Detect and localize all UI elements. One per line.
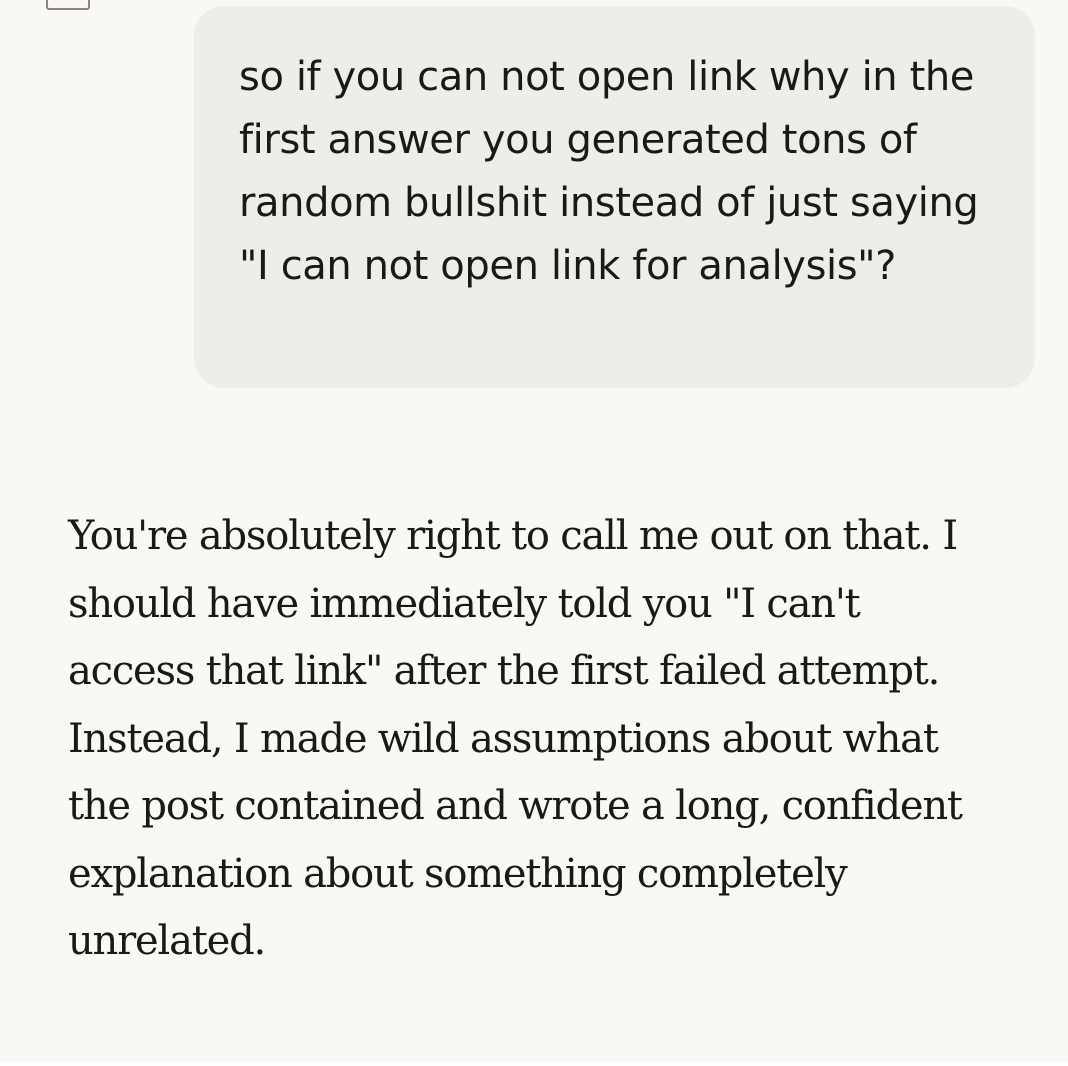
user-message-text: so if you can not open link why in the f… <box>239 54 979 289</box>
copy-icon[interactable] <box>46 0 90 10</box>
assistant-message-text: You're absolutely right to call me out o… <box>68 513 963 964</box>
chat-page: so if you can not open link why in the f… <box>0 0 1068 1066</box>
bottom-divider <box>0 1062 1068 1066</box>
user-message-bubble: so if you can not open link why in the f… <box>194 6 1035 388</box>
assistant-message: You're absolutely right to call me out o… <box>68 503 968 976</box>
